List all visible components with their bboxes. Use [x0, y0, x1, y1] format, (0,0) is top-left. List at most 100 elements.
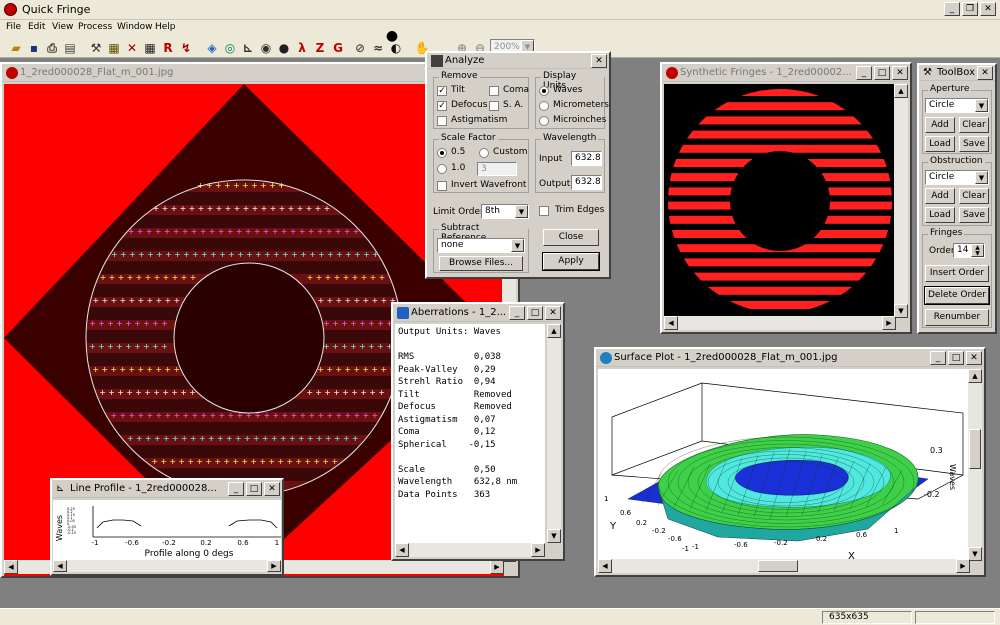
synthetic-minimize-button[interactable]: _	[856, 66, 872, 80]
fringe-marker: +	[200, 227, 207, 236]
surface-icon[interactable]: ◈	[204, 40, 220, 56]
fringe-icon[interactable]: ●	[276, 40, 292, 56]
profile-horizontal-scrollbar[interactable]: ◀ ▶	[53, 560, 281, 572]
aperture-add-button[interactable]: Add	[925, 117, 955, 133]
synthetic-vertical-scrollbar[interactable]: ▲ ▼	[894, 84, 908, 318]
sa-checkbox[interactable]	[489, 101, 499, 111]
aperture-select[interactable]: Circle ▼	[925, 98, 989, 113]
grid-icon[interactable]: ▦	[142, 40, 158, 56]
status-bar: 635x635	[0, 608, 1000, 625]
order-spinner[interactable]: 14 ▲ ▼	[953, 243, 985, 258]
toolbox-close-button[interactable]: ✕	[977, 66, 993, 80]
app-close-button[interactable]: ✕	[980, 2, 996, 16]
aberrations-maximize-button[interactable]: □	[527, 306, 543, 320]
ellipse-icon[interactable]: ◎	[222, 40, 238, 56]
aberrations-minimize-button[interactable]: _	[509, 306, 525, 320]
subtract-reference-select[interactable]: none ▼	[437, 238, 525, 253]
app-restore-button[interactable]: ❐	[962, 2, 978, 16]
scale-custom-radio[interactable]	[479, 148, 489, 158]
fringe-marker: +	[163, 434, 170, 443]
aberrations-horizontal-scrollbar[interactable]: ◀ ▶	[395, 543, 545, 557]
invert-wavefront-checkbox[interactable]	[437, 181, 447, 191]
surface-plot-canvas[interactable]: 0.3 -0.2 Waves X Y -1 -0.6 -0.2 0.2 0.6 …	[598, 369, 970, 561]
menu-window[interactable]: Window	[117, 22, 153, 32]
scale-05-radio[interactable]	[437, 148, 447, 158]
zero-icon[interactable]: ⊘	[352, 40, 368, 56]
coma-checkbox[interactable]	[489, 86, 499, 96]
aberrations-vertical-scrollbar[interactable]: ▲ ▼	[547, 324, 561, 543]
aberrations-close-button[interactable]: ✕	[545, 306, 561, 320]
microinches-radio[interactable]	[539, 116, 549, 126]
fringe-marker: +	[165, 296, 172, 305]
input-wavelength-field[interactable]: 632.8	[571, 151, 602, 166]
aperture-save-button[interactable]: Save	[959, 136, 989, 152]
shuffle-icon[interactable]: ✕	[124, 40, 140, 56]
surface-maximize-button[interactable]: □	[948, 351, 964, 365]
app-minimize-button[interactable]: _	[944, 2, 960, 16]
settings-icon[interactable]: ⚒	[88, 40, 104, 56]
browse-files-button[interactable]: Browse Files...	[439, 256, 523, 271]
surface-vertical-scrollbar[interactable]: ▲ ▼	[968, 369, 982, 561]
profile-close-button[interactable]: ✕	[264, 482, 280, 496]
tilt-checkbox[interactable]: ✓	[437, 86, 447, 96]
output-wavelength-field[interactable]: 632.8	[571, 175, 602, 190]
insert-order-button[interactable]: Insert Order	[925, 265, 989, 282]
synthetic-close-button[interactable]: ✕	[892, 66, 908, 80]
edit-icon[interactable]: ▦	[106, 40, 122, 56]
menu-help[interactable]: Help	[155, 22, 176, 32]
g-icon[interactable]: G	[330, 40, 346, 56]
chevron-down-icon[interactable]: ▼	[975, 99, 988, 112]
fringe-marker: +	[298, 434, 305, 443]
custom-scale-field[interactable]: 3	[477, 162, 517, 176]
graph-icon[interactable]: ↯	[178, 40, 194, 56]
r-icon[interactable]: R	[160, 40, 176, 56]
print-icon[interactable]: ⎙	[44, 40, 60, 56]
fringe-marker: +	[110, 411, 117, 420]
obstruction-select[interactable]: Circle ▼	[925, 170, 989, 185]
defocus-checkbox[interactable]: ✓	[437, 101, 447, 111]
menu-process[interactable]: Process	[78, 22, 112, 32]
trim-edges-checkbox[interactable]	[539, 206, 549, 216]
chevron-down-icon[interactable]: ▼	[975, 171, 988, 184]
astigmatism-checkbox[interactable]	[437, 116, 447, 126]
obstruction-load-button[interactable]: Load	[925, 207, 955, 223]
obstruction-add-button[interactable]: Add	[925, 188, 955, 204]
save-icon[interactable]: ▪	[26, 40, 42, 56]
profile-minimize-button[interactable]: _	[228, 482, 244, 496]
target-icon[interactable]: ◉	[258, 40, 274, 56]
menu-file[interactable]: File	[6, 22, 21, 32]
renumber-button[interactable]: Renumber	[925, 309, 989, 326]
analyze-close-button[interactable]: ✕	[591, 54, 607, 68]
scale-10-radio[interactable]	[437, 164, 447, 174]
z-icon[interactable]: Z	[312, 40, 328, 56]
fringe-marker: +	[198, 204, 205, 213]
synthetic-horizontal-scrollbar[interactable]: ◀ ▶	[664, 316, 896, 330]
profile-maximize-button[interactable]: □	[246, 482, 262, 496]
synthetic-maximize-button[interactable]: □	[874, 66, 890, 80]
delete-order-button[interactable]: Delete Order	[924, 286, 990, 305]
surface-horizontal-scrollbar[interactable]: ◀ ▶	[598, 559, 970, 573]
waves-radio[interactable]	[539, 86, 549, 96]
obstruction-clear-button[interactable]: Clear	[959, 188, 989, 204]
menu-view[interactable]: View	[52, 22, 73, 32]
fringe-marker: +	[128, 411, 135, 420]
apply-button[interactable]: Apply	[542, 252, 600, 271]
surface-minimize-button[interactable]: _	[930, 351, 946, 365]
aperture-clear-button[interactable]: Clear	[959, 117, 989, 133]
micrometers-radio[interactable]	[539, 101, 549, 111]
aberrations-text-area[interactable]: Output Units: Waves RMS 0,038 Peak-Valle…	[395, 324, 545, 543]
surface-close-button[interactable]: ✕	[966, 351, 982, 365]
fringe-marker: +	[146, 227, 153, 236]
close-button[interactable]: Close	[543, 229, 599, 246]
chevron-down-icon[interactable]: ▼	[511, 239, 524, 252]
obstruction-save-button[interactable]: Save	[959, 207, 989, 223]
profile-icon[interactable]: ⊾	[240, 40, 256, 56]
menu-edit[interactable]: Edit	[28, 22, 45, 32]
preview-icon[interactable]: ▤	[62, 40, 78, 56]
lambda-icon[interactable]: λ	[294, 40, 310, 56]
limit-order-select[interactable]: 8th ▼	[481, 204, 529, 219]
spinner-arrows-icon[interactable]: ▲ ▼	[971, 244, 984, 257]
open-icon[interactable]: ▰	[8, 40, 24, 56]
chevron-down-icon[interactable]: ▼	[515, 205, 528, 218]
aperture-load-button[interactable]: Load	[925, 136, 955, 152]
